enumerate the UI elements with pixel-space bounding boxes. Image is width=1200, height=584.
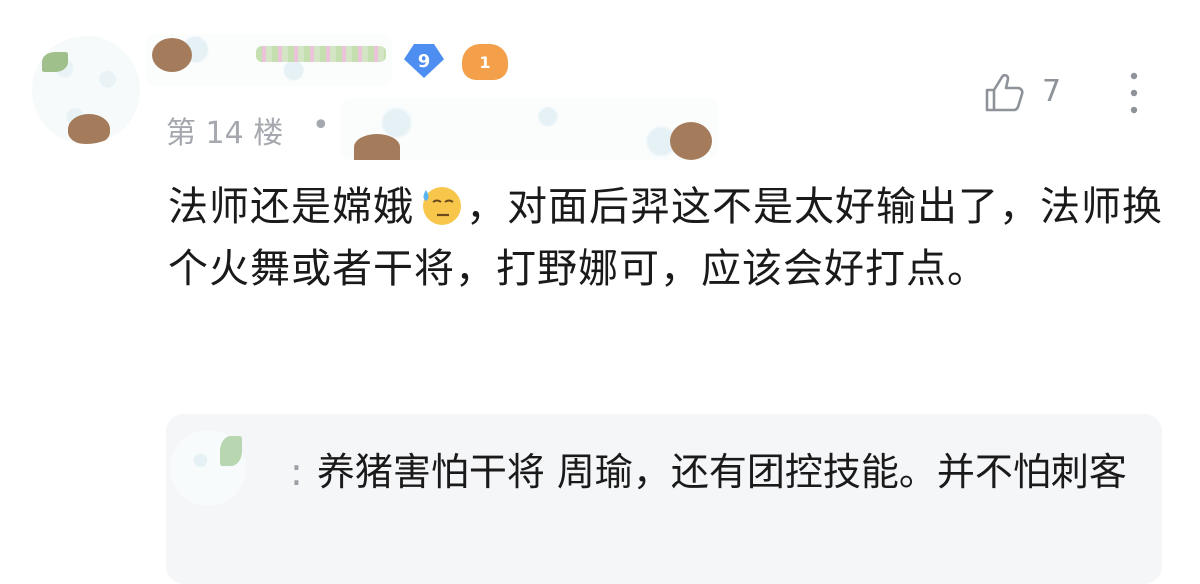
location-image [340,98,718,160]
floor-number: 第 14 楼 [166,116,284,151]
bear-decoration [670,122,712,160]
reply-content: 养猪害怕干将 周瑜，还有团控技能。并不怕刺客 [316,450,1127,494]
user-avatar[interactable] [32,36,140,144]
level-badge[interactable]: 9 [404,44,444,78]
bear-decoration [354,134,400,160]
bear-decoration [68,114,110,144]
sweat-emoji-icon [423,187,461,225]
more-options-icon[interactable] [1124,70,1144,116]
meta-separator: • [312,108,330,143]
post-content: 法师还是嫦娥 ，对面后羿这不是太好输出了，法师换个火舞或者干将，打野娜可，应该会… [168,176,1178,300]
reply-separator: : [290,450,303,494]
reply-preview[interactable]: : 养猪害怕干将 周瑜，还有团控技能。并不怕刺客 [166,414,1162,584]
reply-text: : 养猪害怕干将 周瑜，还有团控技能。并不怕刺客 [198,442,1128,502]
flower-decoration [256,46,386,62]
leaf-decoration [42,52,68,72]
username-image[interactable] [146,34,392,86]
bear-decoration [152,38,192,72]
thumbs-up-icon[interactable] [980,68,1030,118]
content-text: 法师还是嫦娥 [168,184,414,230]
like-count: 7 [1042,74,1062,109]
medal-badge[interactable]: 1 [462,44,508,80]
